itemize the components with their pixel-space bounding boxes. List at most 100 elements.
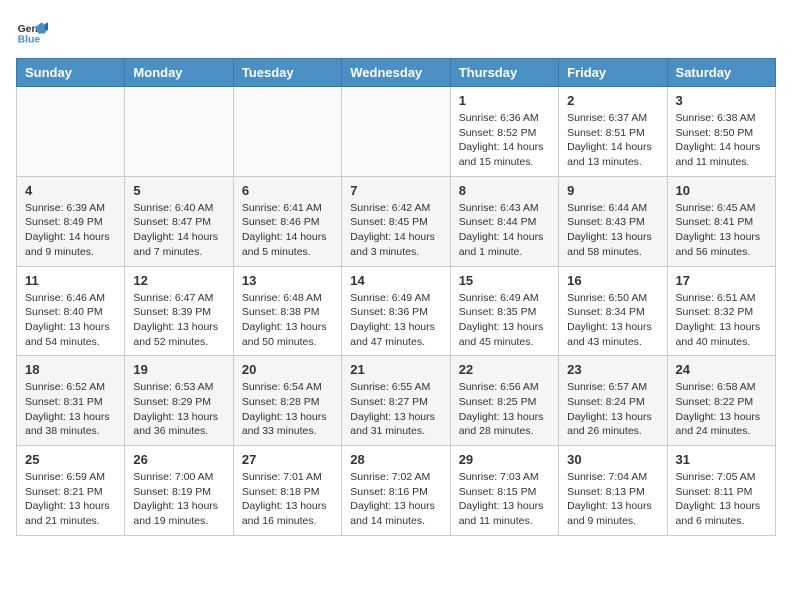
day-number: 31 [676, 452, 767, 467]
calendar-cell: 29Sunrise: 7:03 AM Sunset: 8:15 PM Dayli… [450, 446, 558, 536]
calendar-cell: 27 Sunrise: 7:01 AM Sunset: 8:18 PM Dayli… [233, 446, 341, 536]
calendar-cell: 19 Sunrise: 6:53 AM Sunset: 8:29 PM Dayli… [125, 356, 233, 446]
calendar-cell: 24Sunrise: 6:58 AM Sunset: 8:22 PM Dayli… [667, 356, 775, 446]
calendar-week-row: 11 Sunrise: 6:46 AM Sunset: 8:40 PM Dayli… [17, 266, 776, 356]
day-content: Sunrise: 6:54 AM Sunset: 8:28 PM Dayligh… [242, 380, 333, 439]
calendar-cell: 22 Sunrise: 6:56 AM Sunset: 8:25 PM Dayli… [450, 356, 558, 446]
calendar-week-row: 18 Sunrise: 6:52 AM Sunset: 8:31 PM Dayli… [17, 356, 776, 446]
calendar-cell: 16 Sunrise: 6:50 AM Sunset: 8:34 PM Dayli… [559, 266, 667, 356]
day-number: 2 [567, 93, 658, 108]
calendar-cell: 15 Sunrise: 6:49 AM Sunset: 8:35 PM Dayli… [450, 266, 558, 356]
day-number: 8 [459, 183, 550, 198]
day-content: Sunrise: 6:44 AM Sunset: 8:43 PM Dayligh… [567, 201, 658, 260]
day-content: Sunrise: 6:43 AM Sunset: 8:44 PM Dayligh… [459, 201, 550, 260]
day-number: 18 [25, 362, 116, 377]
day-number: 23 [567, 362, 658, 377]
calendar-cell: 5 Sunrise: 6:40 AM Sunset: 8:47 PM Daylig… [125, 176, 233, 266]
logo-icon: General Blue [16, 16, 48, 48]
day-content: Sunrise: 6:42 AM Sunset: 8:45 PM Dayligh… [350, 201, 441, 260]
day-number: 6 [242, 183, 333, 198]
day-number: 13 [242, 273, 333, 288]
calendar-cell: 30Sunrise: 7:04 AM Sunset: 8:13 PM Dayli… [559, 446, 667, 536]
day-content: Sunrise: 7:05 AM Sunset: 8:11 PM Dayligh… [676, 470, 767, 529]
header-saturday: Saturday [667, 59, 775, 87]
header-friday: Friday [559, 59, 667, 87]
calendar-cell: 23 Sunrise: 6:57 AM Sunset: 8:24 PM Dayli… [559, 356, 667, 446]
day-number: 12 [133, 273, 224, 288]
day-number: 15 [459, 273, 550, 288]
calendar-cell: 6 Sunrise: 6:41 AM Sunset: 8:46 PM Daylig… [233, 176, 341, 266]
day-number: 25 [25, 452, 116, 467]
header-sunday: Sunday [17, 59, 125, 87]
day-number: 7 [350, 183, 441, 198]
day-content: Sunrise: 6:53 AM Sunset: 8:29 PM Dayligh… [133, 380, 224, 439]
calendar-cell: 1Sunrise: 6:36 AM Sunset: 8:52 PM Daylig… [450, 87, 558, 177]
day-number: 14 [350, 273, 441, 288]
calendar-cell: 8 Sunrise: 6:43 AM Sunset: 8:44 PM Daylig… [450, 176, 558, 266]
day-content: Sunrise: 7:03 AM Sunset: 8:15 PM Dayligh… [459, 470, 550, 529]
svg-text:Blue: Blue [18, 34, 41, 45]
calendar-cell: 9 Sunrise: 6:44 AM Sunset: 8:43 PM Daylig… [559, 176, 667, 266]
calendar-cell: 14 Sunrise: 6:49 AM Sunset: 8:36 PM Dayli… [342, 266, 450, 356]
calendar-week-row: 4Sunrise: 6:39 AM Sunset: 8:49 PM Daylig… [17, 176, 776, 266]
day-content: Sunrise: 7:01 AM Sunset: 8:18 PM Dayligh… [242, 470, 333, 529]
day-number: 10 [676, 183, 767, 198]
day-number: 20 [242, 362, 333, 377]
day-number: 17 [676, 273, 767, 288]
day-number: 4 [25, 183, 116, 198]
day-content: Sunrise: 6:38 AM Sunset: 8:50 PM Dayligh… [676, 111, 767, 170]
calendar-cell: 25 Sunrise: 6:59 AM Sunset: 8:21 PM Dayli… [17, 446, 125, 536]
day-content: Sunrise: 6:50 AM Sunset: 8:34 PM Dayligh… [567, 291, 658, 350]
calendar-table: SundayMondayTuesdayWednesdayThursdayFrid… [16, 58, 776, 536]
day-content: Sunrise: 6:47 AM Sunset: 8:39 PM Dayligh… [133, 291, 224, 350]
day-content: Sunrise: 6:46 AM Sunset: 8:40 PM Dayligh… [25, 291, 116, 350]
day-content: Sunrise: 7:00 AM Sunset: 8:19 PM Dayligh… [133, 470, 224, 529]
calendar-cell: 2 Sunrise: 6:37 AM Sunset: 8:51 PM Daylig… [559, 87, 667, 177]
calendar-header-row: SundayMondayTuesdayWednesdayThursdayFrid… [17, 59, 776, 87]
day-content: Sunrise: 6:41 AM Sunset: 8:46 PM Dayligh… [242, 201, 333, 260]
day-content: Sunrise: 6:57 AM Sunset: 8:24 PM Dayligh… [567, 380, 658, 439]
day-content: Sunrise: 6:49 AM Sunset: 8:36 PM Dayligh… [350, 291, 441, 350]
logo: General Blue [16, 16, 52, 48]
calendar-cell [125, 87, 233, 177]
day-number: 3 [676, 93, 767, 108]
calendar-cell: 17Sunrise: 6:51 AM Sunset: 8:32 PM Dayli… [667, 266, 775, 356]
calendar-week-row: 25 Sunrise: 6:59 AM Sunset: 8:21 PM Dayli… [17, 446, 776, 536]
day-number: 27 [242, 452, 333, 467]
page-header: General Blue [16, 16, 776, 48]
day-number: 19 [133, 362, 224, 377]
day-content: Sunrise: 6:45 AM Sunset: 8:41 PM Dayligh… [676, 201, 767, 260]
day-content: Sunrise: 6:52 AM Sunset: 8:31 PM Dayligh… [25, 380, 116, 439]
day-number: 22 [459, 362, 550, 377]
day-number: 16 [567, 273, 658, 288]
calendar-cell: 13 Sunrise: 6:48 AM Sunset: 8:38 PM Dayli… [233, 266, 341, 356]
day-content: Sunrise: 6:36 AM Sunset: 8:52 PM Dayligh… [459, 111, 550, 170]
day-number: 26 [133, 452, 224, 467]
calendar-cell: 18 Sunrise: 6:52 AM Sunset: 8:31 PM Dayli… [17, 356, 125, 446]
calendar-cell: 12 Sunrise: 6:47 AM Sunset: 8:39 PM Dayli… [125, 266, 233, 356]
day-content: Sunrise: 6:56 AM Sunset: 8:25 PM Dayligh… [459, 380, 550, 439]
day-number: 9 [567, 183, 658, 198]
calendar-week-row: 1Sunrise: 6:36 AM Sunset: 8:52 PM Daylig… [17, 87, 776, 177]
day-content: Sunrise: 6:59 AM Sunset: 8:21 PM Dayligh… [25, 470, 116, 529]
day-content: Sunrise: 6:37 AM Sunset: 8:51 PM Dayligh… [567, 111, 658, 170]
header-wednesday: Wednesday [342, 59, 450, 87]
day-number: 11 [25, 273, 116, 288]
day-content: Sunrise: 7:02 AM Sunset: 8:16 PM Dayligh… [350, 470, 441, 529]
calendar-cell [17, 87, 125, 177]
day-number: 5 [133, 183, 224, 198]
day-number: 30 [567, 452, 658, 467]
day-number: 21 [350, 362, 441, 377]
day-number: 24 [676, 362, 767, 377]
calendar-cell: 7 Sunrise: 6:42 AM Sunset: 8:45 PM Daylig… [342, 176, 450, 266]
day-number: 28 [350, 452, 441, 467]
header-monday: Monday [125, 59, 233, 87]
calendar-cell: 21Sunrise: 6:55 AM Sunset: 8:27 PM Dayli… [342, 356, 450, 446]
calendar-cell [342, 87, 450, 177]
calendar-cell: 20 Sunrise: 6:54 AM Sunset: 8:28 PM Dayli… [233, 356, 341, 446]
day-content: Sunrise: 6:49 AM Sunset: 8:35 PM Dayligh… [459, 291, 550, 350]
calendar-cell: 26 Sunrise: 7:00 AM Sunset: 8:19 PM Dayli… [125, 446, 233, 536]
calendar-cell: 31 Sunrise: 7:05 AM Sunset: 8:11 PM Dayli… [667, 446, 775, 536]
day-content: Sunrise: 6:40 AM Sunset: 8:47 PM Dayligh… [133, 201, 224, 260]
day-content: Sunrise: 6:48 AM Sunset: 8:38 PM Dayligh… [242, 291, 333, 350]
